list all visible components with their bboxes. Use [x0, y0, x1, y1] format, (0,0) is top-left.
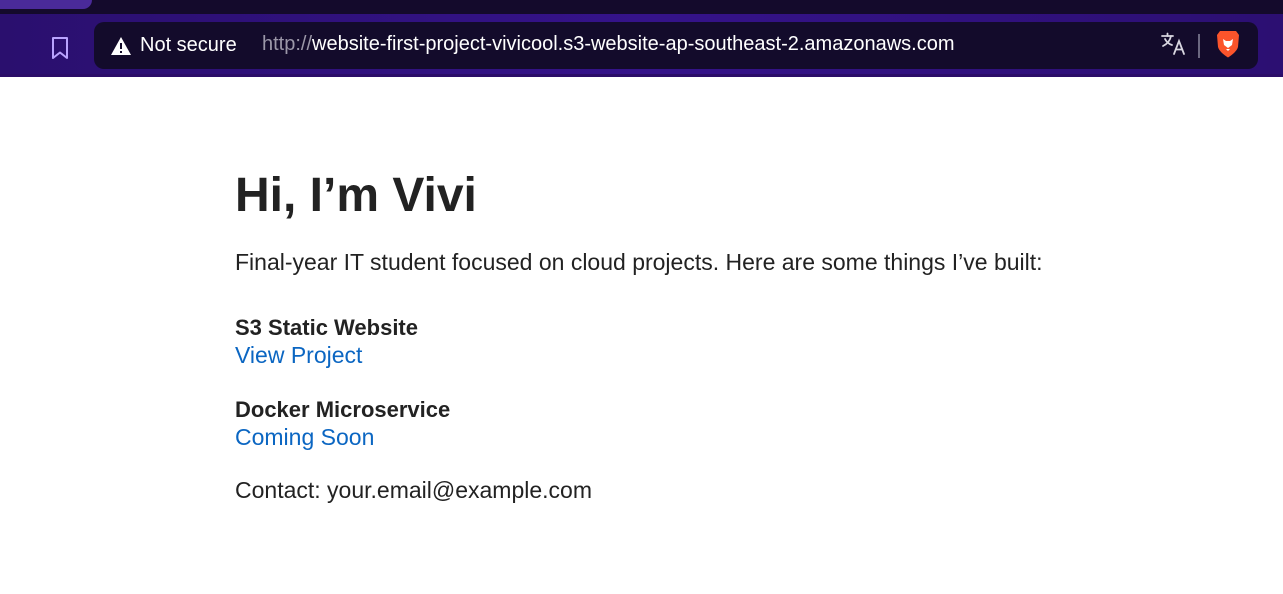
brave-shields-icon	[1215, 29, 1241, 64]
url-scheme: http://	[262, 33, 313, 55]
security-indicator[interactable]: Not secure	[102, 28, 245, 63]
brave-shields-button[interactable]	[1213, 30, 1243, 62]
toolbar-divider	[1198, 34, 1200, 58]
active-tab[interactable]	[0, 0, 92, 9]
url-host: website-first-project-vivicool.s3-websit…	[312, 33, 955, 55]
page-title: Hi, I’m Vivi	[235, 169, 477, 222]
security-label: Not secure	[140, 34, 237, 56]
web-page: Hi, I’m Vivi Final-year IT student focus…	[0, 77, 1283, 594]
view-project-link[interactable]: View Project	[235, 342, 362, 369]
address-bar[interactable]: Not secure http://website-first-project-…	[94, 22, 1258, 69]
coming-soon-link[interactable]: Coming Soon	[235, 424, 374, 451]
translate-icon	[1161, 32, 1187, 61]
bookmark-button[interactable]	[42, 32, 78, 68]
url-text[interactable]: http://website-first-project-vivicool.s3…	[262, 33, 955, 56]
translate-button[interactable]	[1160, 32, 1188, 60]
project-title-s3: S3 Static Website	[235, 315, 418, 340]
contact-text: Contact: your.email@example.com	[235, 477, 592, 503]
tab-strip	[0, 0, 1283, 14]
project-title-docker: Docker Microservice	[235, 397, 451, 422]
warning-icon	[110, 35, 132, 57]
bookmark-icon	[50, 36, 70, 65]
browser-toolbar: Not secure http://website-first-project-…	[0, 14, 1283, 74]
intro-text: Final-year IT student focused on cloud p…	[235, 249, 1043, 275]
